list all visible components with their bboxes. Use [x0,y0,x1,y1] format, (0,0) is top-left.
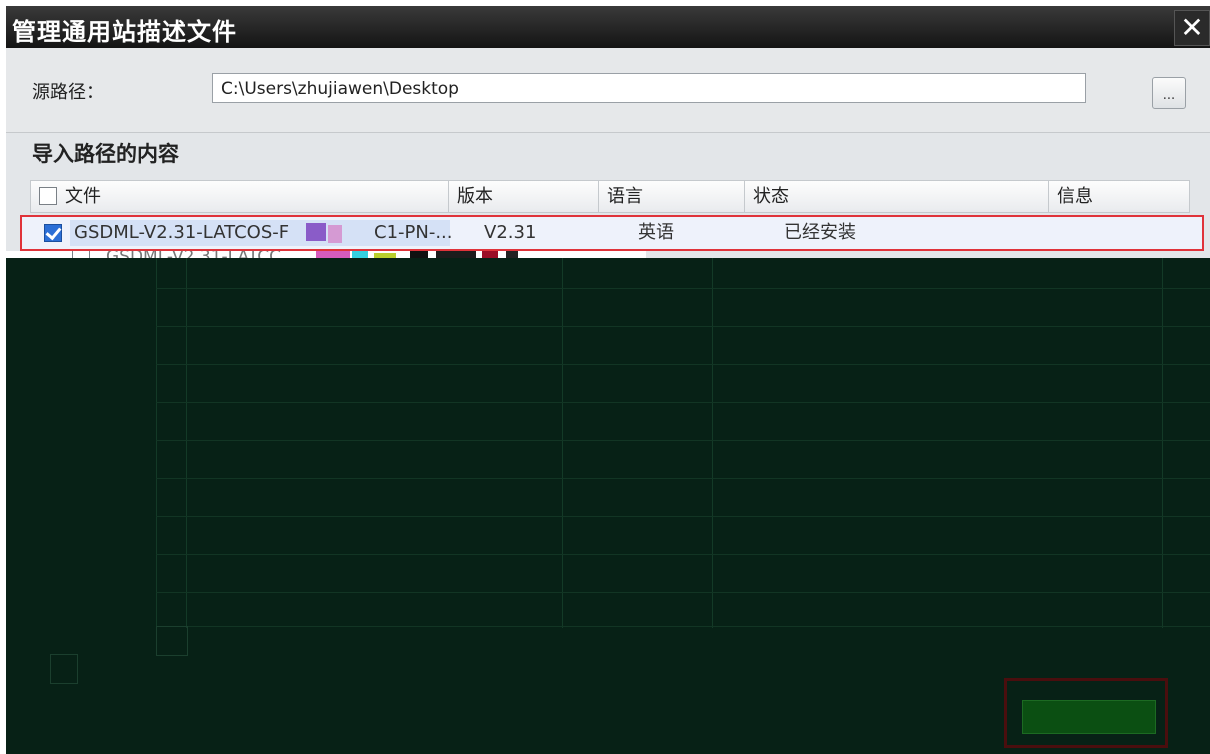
grid-line [156,364,1210,365]
column-header-status[interactable]: 状态 [745,181,1049,212]
close-icon: ✕ [1180,11,1204,44]
column-info-label: 信息 [1057,186,1093,207]
column-header-language[interactable]: 语言 [599,181,745,212]
source-path-row: 源路径： C:\Users\zhujiawen\Desktop ... [6,48,1210,133]
grid-line [156,516,1210,517]
status-cell: 已经安装 [784,222,856,243]
grid-cell [50,654,78,684]
grid-line [156,478,1210,479]
glitch-artifact [306,223,326,241]
glitch-artifact [328,225,342,243]
row-checkbox[interactable] [44,224,62,242]
grid-line [156,554,1210,555]
column-header-info[interactable]: 信息 [1049,181,1189,212]
column-language-label: 语言 [607,186,643,207]
gsd-manager-dialog: 管理通用站描述文件 ✕ 源路径： C:\Users\zhujiawen\Desk… [6,6,1210,754]
grid-line [186,258,187,628]
column-file-label: 文件 [65,186,101,207]
table-header: 文件 版本 语言 状态 信息 [30,180,1190,213]
grid-line [156,626,1210,627]
title-bar[interactable]: 管理通用站描述文件 ✕ [6,6,1210,48]
file-name-cell: GSDML-V2.31-LATCOS-F [74,222,290,243]
source-path-label: 源路径： [32,82,104,103]
grid-line [156,440,1210,441]
grid-line [156,288,1210,289]
grid-line [562,258,563,628]
grid-line [156,326,1210,327]
column-header-file[interactable]: 文件 [31,181,449,212]
version-cell: V2.31 [484,222,537,243]
grid-line [156,258,157,628]
browse-button[interactable]: ... [1152,77,1186,109]
language-cell: 英语 [638,222,674,243]
column-status-label: 状态 [753,186,789,207]
grid-cell [156,626,188,656]
column-header-version[interactable]: 版本 [449,181,599,212]
grid-line [712,258,713,628]
column-version-label: 版本 [457,186,493,207]
close-button[interactable]: ✕ [1174,10,1210,46]
grid-line [156,402,1210,403]
dialog-title: 管理通用站描述文件 [12,18,237,46]
table-row[interactable]: GSDML-V2.31-LATCOS-F C1-PN-... V2.31 英语 … [20,215,1204,251]
install-button[interactable] [1022,700,1156,734]
select-all-checkbox[interactable] [39,187,57,205]
ellipsis-icon: ... [1162,88,1176,103]
grid-line [156,592,1210,593]
source-path-input[interactable]: C:\Users\zhujiawen\Desktop [212,73,1086,103]
section-title: 导入路径的内容 [32,142,179,166]
grid-line [1162,258,1163,628]
file-name-suffix: C1-PN-... [374,222,453,243]
corrupted-render-area [6,258,1210,754]
